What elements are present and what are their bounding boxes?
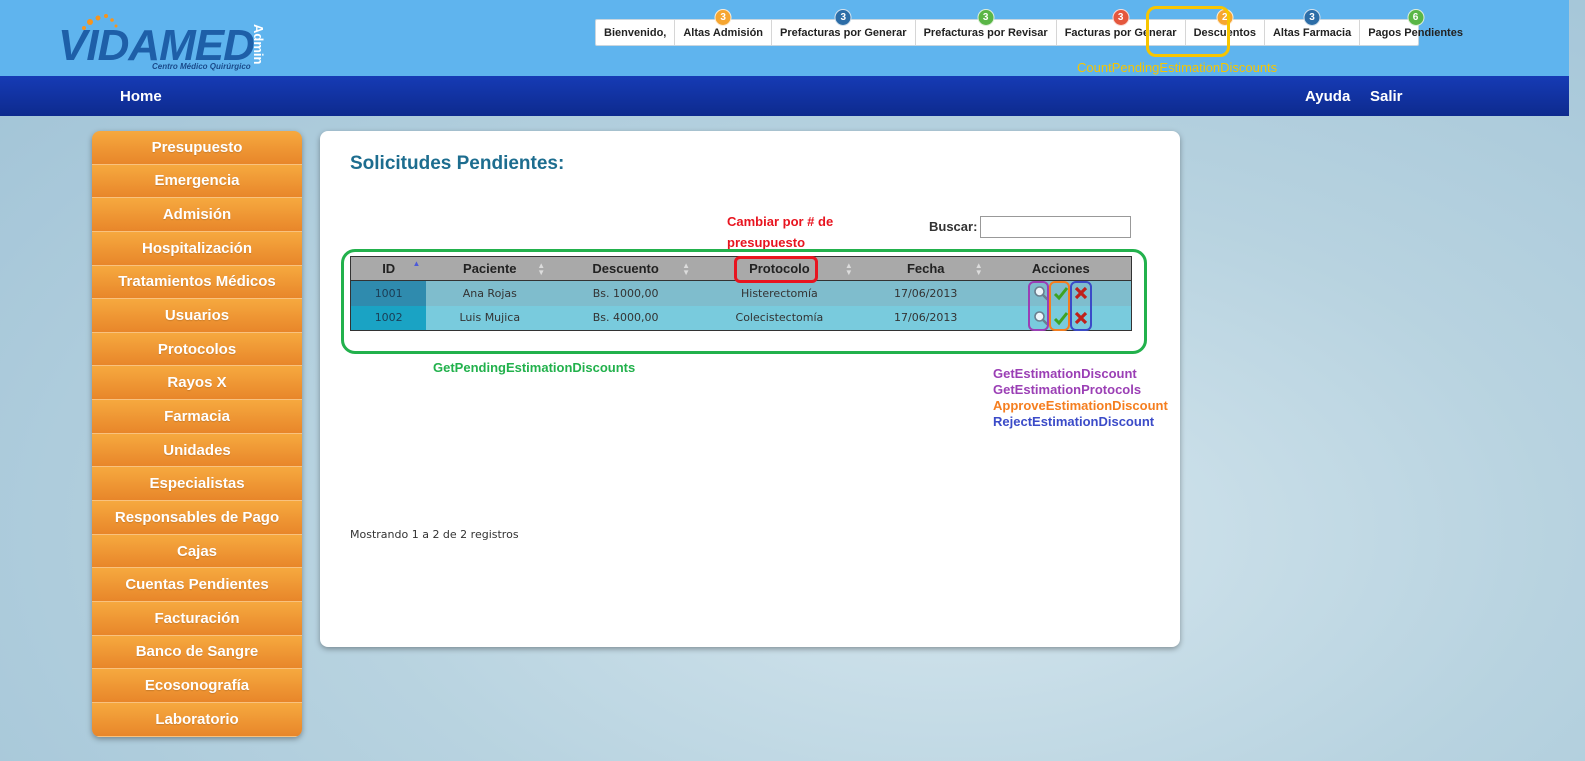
sidebar-item-9[interactable]: Unidades <box>92 433 302 468</box>
cell-protocolo: Histerectomía <box>698 280 861 306</box>
count-badge: 3 <box>834 9 852 26</box>
count-badge: 6 <box>1407 9 1425 26</box>
annotation-highlight-protocolo <box>734 256 818 283</box>
column-header-label: ID <box>382 261 396 276</box>
role-label: Admin <box>251 24 266 65</box>
cell-protocolo: Colecistectomía <box>698 305 861 331</box>
cell-paciente: Luis Mujica <box>426 305 554 331</box>
column-header-label: Acciones <box>1031 261 1090 276</box>
top-tab-label: Prefacturas por Generar <box>780 26 907 39</box>
column-header-label: Paciente <box>463 261 517 276</box>
notification-tabs: Bienvenido, Altas Admisión 3 Prefacturas po… <box>595 9 1463 46</box>
sidebar-item-11[interactable]: Responsables de Pago <box>92 501 302 535</box>
column-header-id[interactable]: ID ▲ <box>350 256 427 281</box>
annotation-change-note: Cambiar por # de presupuesto <box>727 211 833 253</box>
sidebar-item-7[interactable]: Rayos X <box>92 366 302 401</box>
sidebar-item-6[interactable]: Protocolos <box>92 332 302 367</box>
annotation-change-note-line1: Cambiar por # de <box>727 214 834 229</box>
nav-home[interactable]: Home <box>120 88 162 105</box>
sidebar-item-2[interactable]: Admisión <box>92 198 302 232</box>
sidebar-item-8[interactable]: Farmacia <box>92 400 302 434</box>
sidebar-item-4[interactable]: Tratamientos Médicos <box>92 265 302 300</box>
cell-paciente: Ana Rojas <box>426 280 554 306</box>
top-tab-0[interactable]: Bienvenido, <box>596 20 676 45</box>
column-header-label: Descuento <box>592 261 659 276</box>
top-tab-1[interactable]: Altas Admisión 3 <box>675 9 773 45</box>
sidebar-item-0[interactable]: Presupuesto <box>92 131 302 165</box>
count-badge: 3 <box>1303 9 1321 26</box>
nav-help[interactable]: Ayuda <box>1305 88 1350 105</box>
top-tab-7[interactable]: Pagos Pendientes 6 <box>1360 9 1471 45</box>
top-tab-label: Prefacturas por Revisar <box>923 26 1048 39</box>
sort-icon: ▲ ▼ <box>974 261 983 277</box>
sidebar-item-14[interactable]: Facturación <box>92 601 302 636</box>
nav-logout[interactable]: Salir <box>1370 88 1403 105</box>
cell-id: 1001 <box>350 280 427 306</box>
count-badge: 3 <box>977 9 995 26</box>
sidebar-item-10[interactable]: Especialistas <box>92 467 302 502</box>
top-tab-label: Altas Farmacia <box>1272 26 1352 39</box>
table-row: 1001 Ana Rojas Bs. 1000,00 Histerectomía 17/… <box>350 280 1132 306</box>
sidebar-item-5[interactable]: Usuarios <box>92 299 302 333</box>
annotation-highlight-reject <box>1070 281 1092 331</box>
sort-asc-icon: ▲ <box>412 259 421 268</box>
column-header-descuento[interactable]: Descuento ▲ ▼ <box>553 256 698 281</box>
sidebar-item-15[interactable]: Banco de Sangre <box>92 635 302 670</box>
sort-icon: ▲ ▼ <box>537 261 546 277</box>
logo-subtitle: Centro Médico Quirúrgico <box>152 62 251 71</box>
annotation-approve: ApproveEstimationDiscount <box>993 398 1168 413</box>
annotation-reject: RejectEstimationDiscount <box>993 414 1155 429</box>
annotation-highlight-view <box>1028 281 1049 331</box>
cell-fecha: 17/06/2013 <box>860 305 991 331</box>
sidebar-item-13[interactable]: Cuentas Pendientes <box>92 568 302 602</box>
column-header-fecha[interactable]: Fecha ▲ ▼ <box>860 256 991 281</box>
cell-descuento: Bs. 4000,00 <box>553 305 698 331</box>
top-tab-3[interactable]: Prefacturas por Revisar 3 <box>916 9 1057 45</box>
sidebar-item-3[interactable]: Hospitalización <box>92 231 302 266</box>
main-navbar: Home Ayuda Salir <box>0 76 1569 116</box>
sidebar-item-16[interactable]: Ecosonografía <box>92 669 302 703</box>
annotation-get-discount: GetEstimationDiscount <box>993 366 1137 381</box>
table-row: 1002 Luis Mujica Bs. 4000,00 Colecistectomí… <box>350 305 1132 331</box>
sidebar-menu: Presupuesto Emergencia Admisión Hospitaliza… <box>92 131 302 737</box>
annotation-get-protocols: GetEstimationProtocols <box>993 382 1142 397</box>
top-tab-label: Altas Admisión <box>683 26 764 39</box>
sidebar-item-17[interactable]: Laboratorio <box>92 702 302 737</box>
column-header-paciente[interactable]: Paciente ▲ ▼ <box>426 256 554 281</box>
count-badge: 3 <box>1112 9 1130 26</box>
top-tab-label: Pagos Pendientes <box>1368 26 1463 39</box>
search-label: Buscar: <box>929 219 978 234</box>
sidebar-item-1[interactable]: Emergencia <box>92 164 302 199</box>
page-title: Solicitudes Pendientes: <box>350 153 565 174</box>
count-badge: 3 <box>714 9 732 26</box>
annotation-get-pending: GetPendingEstimationDiscounts <box>433 360 636 375</box>
top-tab-6[interactable]: Altas Farmacia 3 <box>1265 9 1361 45</box>
top-tab-label: Bienvenido, <box>604 26 667 39</box>
search-input[interactable] <box>980 216 1131 238</box>
top-header: VIDAMED Centro Médico Quirúrgico Admin B… <box>0 0 1569 76</box>
sort-icon: ▲ ▼ <box>844 261 853 277</box>
vidamed-logo[interactable]: VIDAMED Centro Médico Quirúrgico Admin <box>56 14 271 72</box>
annotation-highlight-approve <box>1049 281 1070 331</box>
cell-descuento: Bs. 1000,00 <box>553 280 698 306</box>
annotation-count-pending: CountPendingEstimationDiscounts <box>1077 60 1278 75</box>
sort-icon: ▲ ▼ <box>682 261 690 277</box>
sidebar-item-12[interactable]: Cajas <box>92 534 302 569</box>
top-tab-2[interactable]: Prefacturas por Generar 3 <box>772 9 916 45</box>
cell-id: 1002 <box>350 305 427 331</box>
column-header-label: Fecha <box>906 261 945 276</box>
cell-fecha: 17/06/2013 <box>860 280 991 306</box>
column-header-acciones: Acciones <box>990 256 1132 281</box>
annotation-highlight-descuentos <box>1146 6 1230 57</box>
table-info: Mostrando 1 a 2 de 2 registros <box>350 528 519 541</box>
